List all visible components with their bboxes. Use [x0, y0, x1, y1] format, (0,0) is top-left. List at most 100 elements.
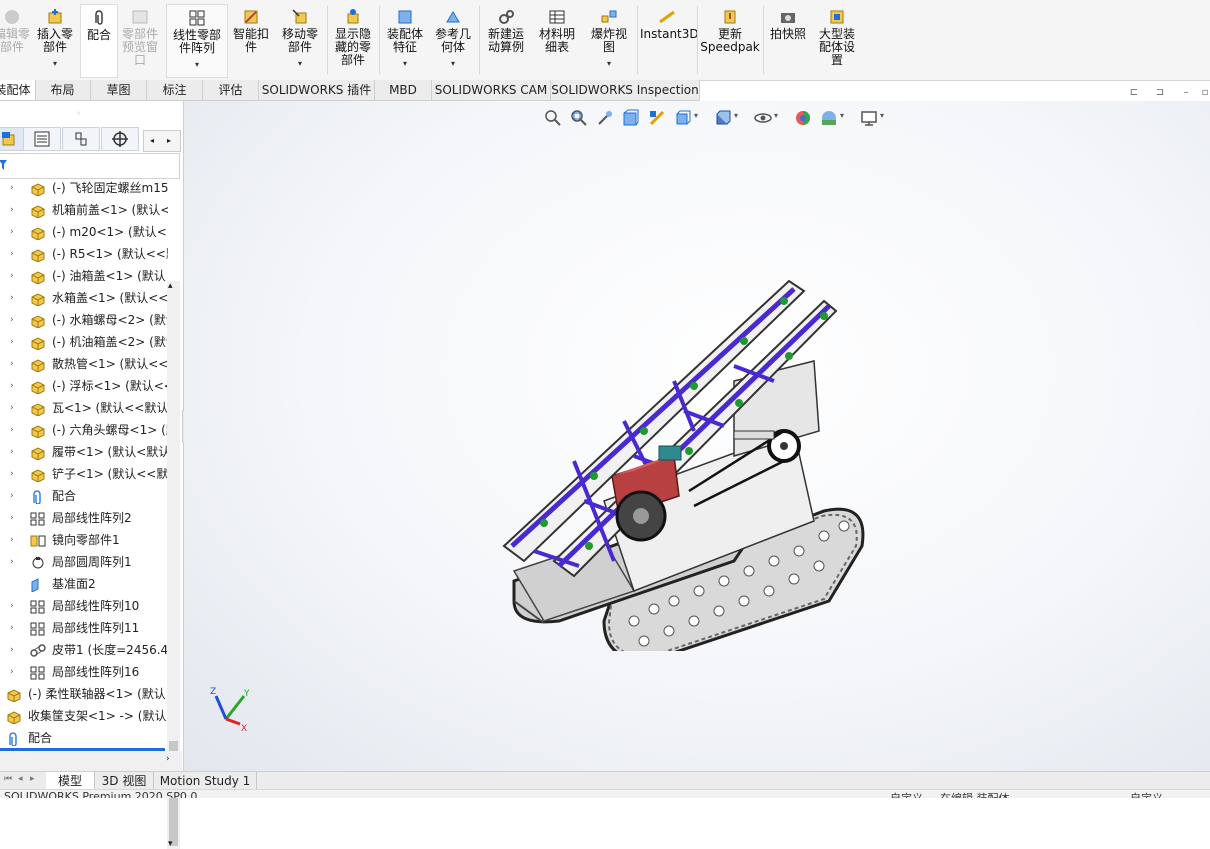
chevron-left-icon[interactable]: ◂	[150, 131, 154, 151]
tab-configuration-manager[interactable]	[62, 127, 100, 151]
expand-arrow-icon[interactable]: ›	[10, 265, 18, 287]
new-motion-study-button[interactable]: 新建运 动算例	[482, 4, 530, 76]
insert-component-button[interactable]: 插入零 部件 ▾	[34, 4, 76, 76]
first-tab-icon[interactable]: ⏮	[4, 774, 12, 784]
previous-view-icon[interactable]	[596, 109, 614, 127]
tree-item[interactable]: (-) 柔性联轴器<1> (默认	[0, 683, 168, 705]
tab-sketch[interactable]: 草图	[91, 80, 147, 100]
tree-item[interactable]: 基准面2	[0, 573, 168, 595]
zoom-to-fit-icon[interactable]	[544, 109, 562, 127]
component-preview-button[interactable]: 零部件 预览窗 口	[118, 4, 162, 76]
tab-solidworks-inspection[interactable]: SOLIDWORKS Inspection	[551, 80, 700, 100]
tree-item[interactable]: › 皮带1 (长度=2456.45	[0, 639, 168, 661]
expand-arrow-icon[interactable]: ›	[10, 419, 18, 441]
section-view-icon[interactable]	[622, 109, 640, 127]
view-settings-icon[interactable]	[860, 109, 878, 127]
instant3d-button[interactable]: Instant3D	[640, 4, 699, 76]
tree-item[interactable]: › 水箱盖<1> (默认<<默	[0, 287, 168, 309]
chevron-down-icon[interactable]: ▾	[167, 58, 227, 71]
dynamic-annotation-icon[interactable]	[648, 109, 666, 127]
expand-arrow-icon[interactable]: ›	[10, 199, 18, 221]
view-orientation-icon[interactable]	[674, 109, 692, 127]
tab-evaluate[interactable]: 评估	[203, 80, 259, 100]
tab-model[interactable]: 模型	[46, 772, 95, 790]
edit-component-button[interactable]: 编辑零 部件	[0, 4, 32, 76]
assembly-features-button[interactable]: 装配体 特征 ▾	[382, 4, 428, 76]
tab-motion-study-1[interactable]: Motion Study 1	[154, 772, 257, 790]
tree-item[interactable]: › 机箱前盖<1> (默认<	[0, 199, 168, 221]
tab-solidworks-cam[interactable]: SOLIDWORKS CAM	[432, 80, 551, 100]
expand-arrow-icon[interactable]: ›	[10, 485, 18, 507]
tree-item[interactable]: › 局部圆周阵列1	[0, 551, 168, 573]
tree-item[interactable]: › (-) 飞轮固定螺丝m15	[0, 177, 168, 199]
tab-layout[interactable]: 布局	[35, 80, 91, 100]
tree-item[interactable]: › (-) 油箱盖<1> (默认	[0, 265, 168, 287]
expand-arrow-icon[interactable]: ›	[10, 375, 18, 397]
minimize-icon[interactable]: –	[1179, 86, 1193, 100]
expand-arrow-icon[interactable]: ›	[10, 441, 18, 463]
exploded-view-button[interactable]: 爆炸视 图 ▾	[584, 4, 634, 76]
tree-horizontal-scrollbar[interactable]: ›	[0, 751, 182, 771]
expand-arrow-icon[interactable]: ›	[10, 463, 18, 485]
tile-left-icon[interactable]: ⊏	[1127, 86, 1141, 100]
update-speedpak-button[interactable]: 更新 Speedpak	[700, 4, 760, 76]
tile-right-icon[interactable]: ⊐	[1153, 86, 1167, 100]
expand-arrow-icon[interactable]: ›	[10, 639, 18, 661]
tree-item[interactable]: › 铲子<1> (默认<<默认	[0, 463, 168, 485]
next-tab-icon[interactable]: ▸	[30, 774, 35, 784]
zoom-to-area-icon[interactable]	[570, 109, 588, 127]
tab-mbd[interactable]: MBD	[375, 80, 432, 100]
expand-arrow-icon[interactable]: ›	[10, 177, 18, 199]
prev-tab-icon[interactable]: ◂	[18, 774, 23, 784]
tree-item[interactable]: › (-) R5<1> (默认<<默	[0, 243, 168, 265]
apply-scene-icon[interactable]	[820, 109, 838, 127]
tab-dimxpert-manager[interactable]	[101, 127, 139, 151]
tree-item[interactable]: › 配合	[0, 485, 168, 507]
chevron-down-icon[interactable]: ▾	[382, 57, 428, 70]
tab-solidworks-addins[interactable]: SOLIDWORKS 插件	[259, 80, 375, 100]
tree-item[interactable]: › (-) 机油箱盖<2> (默认	[0, 331, 168, 353]
reference-geometry-button[interactable]: 参考几 何体 ▾	[430, 4, 476, 76]
expand-arrow-icon[interactable]: ›	[10, 551, 18, 573]
tree-filter-box[interactable]	[0, 153, 180, 179]
scroll-down-icon[interactable]: ▾	[168, 839, 173, 849]
chevron-down-icon[interactable]: ▾	[840, 111, 844, 120]
tree-item[interactable]: › 履带<1> (默认<默认	[0, 441, 168, 463]
tree-item[interactable]: 收集筐支架<1> -> (默认	[0, 705, 168, 727]
tree-item[interactable]: › 局部线性阵列11	[0, 617, 168, 639]
bill-of-materials-button[interactable]: 材料明 细表	[534, 4, 580, 76]
take-snapshot-button[interactable]: 拍快照	[766, 4, 810, 76]
tree-item[interactable]: › 镜向零部件1	[0, 529, 168, 551]
tree-item[interactable]: › 局部线性阵列2	[0, 507, 168, 529]
crawler-machine-model[interactable]	[484, 261, 884, 651]
linear-pattern-button[interactable]: 线性零部 件阵列 ▾	[166, 4, 228, 78]
expand-arrow-icon[interactable]: ›	[10, 243, 18, 265]
display-style-icon[interactable]	[714, 109, 732, 127]
chevron-down-icon[interactable]: ▾	[584, 57, 634, 70]
expand-arrow-icon[interactable]: ›	[10, 595, 18, 617]
chevron-down-icon[interactable]: ▾	[34, 57, 76, 70]
tree-item[interactable]: › 散热管<1> (默认<<默	[0, 353, 168, 375]
expand-arrow-icon[interactable]: ›	[10, 309, 18, 331]
scroll-up-icon[interactable]: ▴	[168, 281, 173, 291]
tree-item[interactable]: › 局部线性阵列16	[0, 661, 168, 683]
expand-arrow-icon[interactable]: ›	[10, 529, 18, 551]
panel-tab-scroll[interactable]: ◂ ▸	[143, 130, 181, 152]
tab-markup[interactable]: 标注	[147, 80, 203, 100]
chevron-down-icon[interactable]: ▾	[774, 111, 778, 120]
chevron-right-icon[interactable]: ▸	[167, 131, 171, 151]
expand-arrow-icon[interactable]: ›	[10, 507, 18, 529]
tree-item[interactable]: › (-) 六角头螺母<1> (默	[0, 419, 168, 441]
expand-arrow-icon[interactable]: ›	[10, 287, 18, 309]
move-component-button[interactable]: 移动零 部件 ▾	[276, 4, 324, 76]
graphics-area[interactable]: ▾ ▾ ▾ ▾ ▾ Y Z X	[184, 101, 1210, 771]
edit-appearance-icon[interactable]	[794, 109, 812, 127]
show-hidden-components-button[interactable]: 显示隐 藏的零 部件	[330, 4, 376, 76]
hide-show-items-icon[interactable]	[754, 109, 772, 127]
tree-item[interactable]: 配合	[0, 727, 168, 749]
tree-item[interactable]: › 局部线性阵列10	[0, 595, 168, 617]
panel-grip-icon[interactable]: ◦	[76, 109, 81, 118]
tree-item[interactable]: › (-) 浮标<1> (默认<<	[0, 375, 168, 397]
tab-property-manager[interactable]	[23, 127, 61, 151]
expand-arrow-icon[interactable]: ›	[10, 353, 18, 375]
